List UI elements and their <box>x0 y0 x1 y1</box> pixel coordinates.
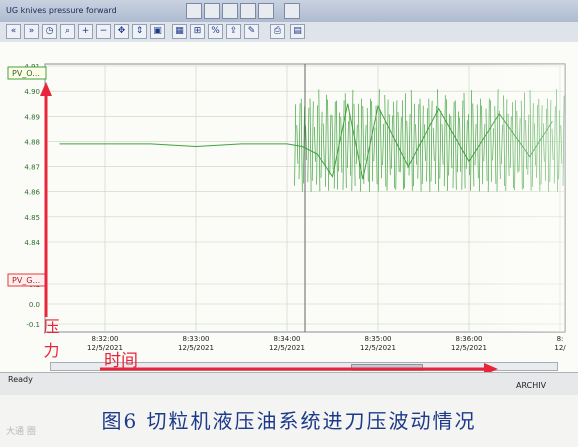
x-tick-date: 12/5/2021 <box>269 344 305 352</box>
figure-caption: 图6 切粒机液压油系统进刀压波动情况 <box>101 409 477 433</box>
legend-top-label: PV_O... <box>12 69 40 78</box>
x-tick-date: 12/5/2021 <box>360 344 396 352</box>
zoom-out-icon[interactable]: − <box>96 24 111 39</box>
axis-icon[interactable]: ⇕ <box>132 24 147 39</box>
x-tick-date: 12/5/2021 <box>178 344 214 352</box>
y-tick-label: 4.85 <box>24 214 40 222</box>
x-axis-ticks: 8:32:0012/5/20218:33:0012/5/20218:34:001… <box>87 335 566 352</box>
glare-overlay <box>330 64 565 332</box>
toolbar-icon-5[interactable] <box>258 3 274 19</box>
zoom-area-icon[interactable]: ⌕ <box>60 24 75 39</box>
export-icon[interactable]: ⇪ <box>226 24 241 39</box>
legend-bottom-label: PV_G... <box>12 276 40 285</box>
y-tick-label: 4.88 <box>24 138 40 146</box>
y-tick-label: -0.1 <box>26 321 40 329</box>
toolbar-icon-3[interactable] <box>222 3 238 19</box>
x-tick-date: 12/5/2021 <box>87 344 123 352</box>
y-tick-label: 0.0 <box>29 301 40 309</box>
status-bar: Ready ARCHIV <box>0 372 578 395</box>
x-tick-time: 8: <box>557 335 564 343</box>
scroll-thumb[interactable] <box>351 364 423 371</box>
table-icon[interactable]: ▦ <box>172 24 187 39</box>
y-tick-label: 4.90 <box>24 88 40 96</box>
print-icon[interactable]: ⎙ <box>270 24 285 39</box>
watermark: 大通 圈 <box>6 427 36 437</box>
y-axis-ticks: 4.914.904.894.884.874.864.854.840.10.0-0… <box>24 63 40 329</box>
y-tick-label: 4.86 <box>24 189 40 197</box>
y-tick-label: 4.89 <box>24 113 40 121</box>
pan-icon[interactable]: ✥ <box>114 24 129 39</box>
pressure-annotation: 压力 <box>41 318 60 366</box>
chart-toolbar: « » ◷ ⌕ + − ✥ ⇕ ▣ ▦ ⊞ % ⇪ ✎ ⎙ ▤ <box>0 22 578 43</box>
zoom-in-icon[interactable]: + <box>78 24 93 39</box>
save-icon[interactable]: ▤ <box>290 24 305 39</box>
time-scrollbar[interactable] <box>50 362 558 371</box>
screen-photo: UG knives pressure forward « » ◷ ⌕ + − ✥… <box>0 0 578 395</box>
edit-icon[interactable]: ✎ <box>244 24 259 39</box>
x-tick-time: 8:34:00 <box>274 335 301 343</box>
x-tick-time: 8:33:00 <box>183 335 210 343</box>
clock-icon[interactable]: ◷ <box>42 24 57 39</box>
toolbar-icon-2[interactable] <box>204 3 220 19</box>
ruler-icon[interactable]: ⊞ <box>190 24 205 39</box>
chart-area: 4.914.904.894.884.874.864.854.840.10.0-0… <box>0 42 578 372</box>
toolbar-icon-4[interactable] <box>240 3 256 19</box>
fit-icon[interactable]: ▣ <box>150 24 165 39</box>
window-titlebar: UG knives pressure forward <box>0 0 578 22</box>
x-tick-time: 8:32:00 <box>92 335 119 343</box>
x-tick-time: 8:35:00 <box>365 335 392 343</box>
status-archive[interactable]: ARCHIV <box>516 381 546 390</box>
trend-chart: 4.914.904.894.884.874.864.854.840.10.0-0… <box>7 63 566 366</box>
x-tick-date: 12/ <box>554 344 566 352</box>
scroll-back-icon[interactable]: « <box>6 24 21 39</box>
x-tick-time: 8:36:00 <box>456 335 483 343</box>
window-title: UG knives pressure forward <box>6 6 117 15</box>
x-tick-date: 12/5/2021 <box>451 344 487 352</box>
scroll-forward-icon[interactable]: » <box>24 24 39 39</box>
y-tick-label: 4.84 <box>24 239 40 247</box>
toolbar-icon-6[interactable] <box>284 3 300 19</box>
y-tick-label: 4.87 <box>24 164 40 172</box>
status-ready: Ready <box>8 375 33 384</box>
toolbar-icon-1[interactable] <box>186 3 202 19</box>
statistics-icon[interactable]: % <box>208 24 223 39</box>
